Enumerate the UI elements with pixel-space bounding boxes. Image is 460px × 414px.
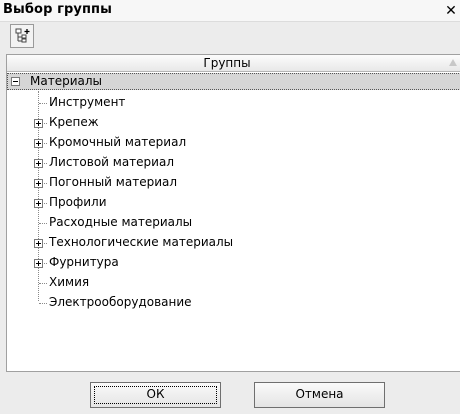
cancel-button-label: Отмена <box>295 387 344 401</box>
tree-node-label: Фурнитура <box>49 255 119 269</box>
dialog-footer: ОК Отмена <box>0 372 460 414</box>
tree-node[interactable]: Технологические материалы <box>47 234 235 251</box>
sort-ascending-icon <box>449 59 457 66</box>
tree-node[interactable]: Инструмент <box>47 94 127 111</box>
group-tree: Группы Материалы Инструмент Крепеж Кромочн… <box>6 54 460 372</box>
tree-node[interactable]: Листовой материал <box>47 154 176 171</box>
tree-connector <box>39 103 47 104</box>
expand-icon[interactable] <box>34 179 43 188</box>
tree-node-label: Электрооборудование <box>49 295 192 309</box>
tree-node-label: Крепеж <box>49 115 99 129</box>
expand-icon[interactable] <box>34 259 43 268</box>
close-icon[interactable]: ✕ <box>443 3 459 19</box>
tree-node[interactable]: Кромочный материал <box>47 134 188 151</box>
tree-node[interactable]: Профили <box>47 194 109 211</box>
ok-button[interactable]: ОК <box>90 382 221 408</box>
focus-rect <box>94 386 217 404</box>
window-title: Выбор группы <box>3 2 112 17</box>
column-header[interactable]: Группы <box>7 55 460 72</box>
add-group-button[interactable] <box>10 24 34 48</box>
tree-node-label: Расходные материалы <box>49 215 193 229</box>
tree-node-label: Материалы <box>30 74 102 88</box>
cancel-button[interactable]: Отмена <box>254 382 385 408</box>
tree-node[interactable]: Расходные материалы <box>47 214 194 231</box>
expand-icon[interactable] <box>34 119 43 128</box>
tree-node-label: Технологические материалы <box>49 235 234 249</box>
tree-node[interactable]: Крепеж <box>47 114 101 131</box>
collapse-icon[interactable] <box>11 77 20 86</box>
tree-node-label: Погонный материал <box>49 175 178 189</box>
tree-root-node[interactable]: Материалы <box>28 73 104 90</box>
tree-node-label: Профили <box>49 195 107 209</box>
tree-connector <box>39 303 47 304</box>
column-header-label: Группы <box>203 56 251 70</box>
tree-node-label: Кромочный материал <box>49 135 187 149</box>
expand-icon[interactable] <box>34 239 43 248</box>
tree-node[interactable]: Химия <box>47 274 91 291</box>
tree-node-label: Химия <box>49 275 90 289</box>
expand-icon[interactable] <box>34 139 43 148</box>
tree-connector <box>39 223 47 224</box>
expand-icon[interactable] <box>34 199 43 208</box>
tree-node[interactable]: Фурнитура <box>47 254 121 271</box>
expand-icon[interactable] <box>34 159 43 168</box>
tree-node-label: Инструмент <box>49 95 126 109</box>
tree-node-label: Листовой материал <box>49 155 174 169</box>
toolbar <box>0 22 460 50</box>
tree-connector <box>39 283 47 284</box>
title-bar: Выбор группы ✕ <box>0 0 460 22</box>
tree-add-icon <box>15 28 30 43</box>
tree-node[interactable]: Погонный материал <box>47 174 179 191</box>
tree-node[interactable]: Электрооборудование <box>47 294 194 311</box>
